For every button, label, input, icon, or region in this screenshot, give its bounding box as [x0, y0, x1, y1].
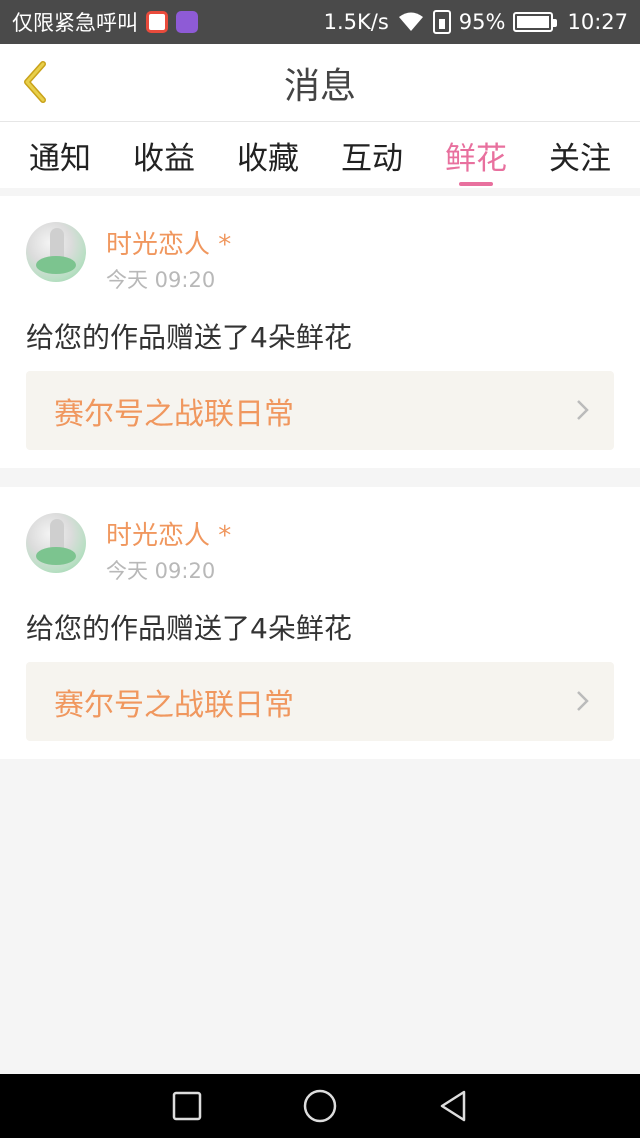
chevron-right-icon [577, 691, 589, 711]
chevron-right-icon [577, 400, 589, 420]
message-card: 时光恋人 * 今天 09:20 给您的作品赠送了4朵鲜花 赛尔号之战联日常 [0, 487, 640, 759]
back-nav-button[interactable] [433, 1086, 473, 1126]
tab-bar: 通知 收益 收藏 互动 鲜花 关注 [0, 122, 640, 188]
avatar[interactable] [26, 222, 86, 282]
tab-favorites[interactable]: 收藏 [237, 122, 299, 188]
gallery-notification-icon [176, 11, 198, 33]
battery-icon [513, 12, 558, 32]
recent-apps-button[interactable] [167, 1086, 207, 1126]
status-bar: 仅限紧急呼叫 1.5K/s 95% 10:27 [0, 0, 640, 44]
triangle-nav-icon [441, 1090, 466, 1122]
home-button[interactable] [300, 1086, 340, 1126]
message-text: 给您的作品赠送了4朵鲜花 [26, 612, 352, 645]
system-nav-bar [0, 1074, 640, 1138]
user-name[interactable]: 时光恋人 * [106, 224, 231, 261]
network-speed: 1.5K/s [323, 10, 389, 34]
back-arrow-icon [24, 61, 46, 103]
work-link[interactable]: 赛尔号之战联日常 [26, 662, 614, 741]
message-time: 今天 09:20 [106, 559, 216, 583]
avatar[interactable] [26, 513, 86, 573]
work-title: 赛尔号之战联日常 [54, 687, 294, 723]
tab-interactions[interactable]: 互动 [341, 122, 403, 188]
wifi-icon [398, 12, 423, 31]
app-header: 消息 [0, 44, 640, 122]
message-card: 时光恋人 * 今天 09:20 给您的作品赠送了4朵鲜花 赛尔号之战联日常 [0, 196, 640, 468]
app-notification-icon [146, 11, 168, 33]
status-left: 仅限紧急呼叫 [12, 7, 198, 37]
message-text: 给您的作品赠送了4朵鲜花 [26, 321, 352, 354]
page-title: 消息 [283, 65, 356, 107]
sim-icon [432, 10, 451, 34]
tab-notifications[interactable]: 通知 [29, 122, 91, 188]
battery-percent: 95% [458, 10, 506, 34]
user-name[interactable]: 时光恋人 * [106, 515, 231, 552]
clock: 10:27 [567, 10, 628, 34]
back-button[interactable] [16, 56, 56, 108]
tab-earnings[interactable]: 收益 [133, 122, 195, 188]
carrier-text: 仅限紧急呼叫 [12, 11, 138, 35]
circle-nav-icon [303, 1089, 337, 1123]
work-title: 赛尔号之战联日常 [54, 396, 294, 432]
square-nav-icon [172, 1091, 201, 1121]
work-link[interactable]: 赛尔号之战联日常 [26, 371, 614, 450]
message-time: 今天 09:20 [106, 268, 216, 292]
tab-follows[interactable]: 关注 [549, 122, 611, 188]
tab-flowers[interactable]: 鲜花 [445, 122, 507, 188]
status-right: 1.5K/s 95% 10:27 [324, 10, 628, 34]
